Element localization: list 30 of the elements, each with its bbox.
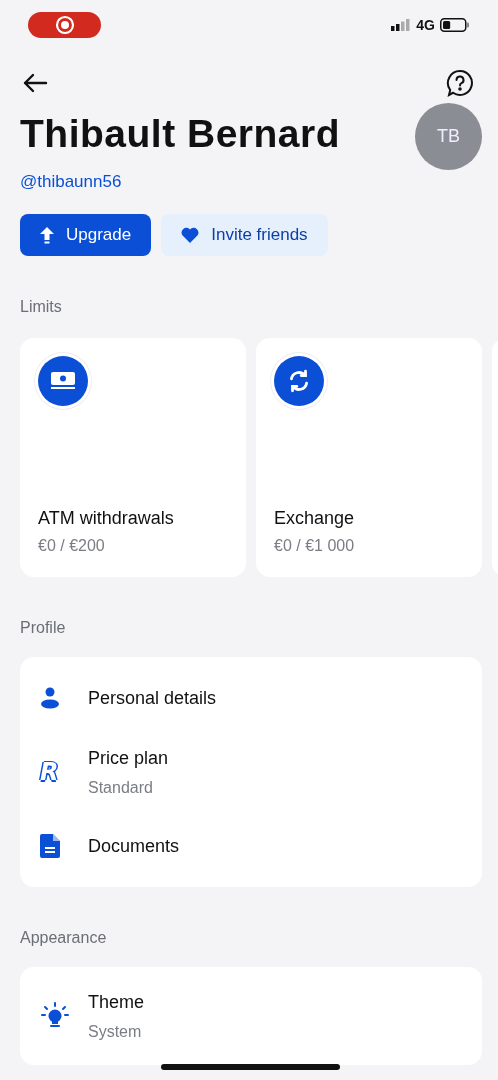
limit-title: Exchange <box>274 508 356 529</box>
limit-title: ATM withdrawals <box>38 508 175 529</box>
help-button[interactable] <box>446 69 474 97</box>
limit-value: €0 / €1 000 <box>274 537 356 555</box>
limit-card[interactable]: ATM withdrawals €0 / €200 <box>20 338 246 577</box>
document-icon <box>40 834 60 858</box>
profile-name: Thibault Bernard <box>20 112 341 156</box>
section-title: Profile <box>19 618 67 637</box>
heart-icon <box>181 227 200 243</box>
settings-value: System <box>88 1022 143 1041</box>
settings-item[interactable]: Price plan <box>88 747 169 769</box>
settings-item[interactable]: Documents <box>88 835 180 857</box>
username-link[interactable]: @thibaunn56 <box>20 172 341 192</box>
signal-icon <box>391 19 412 31</box>
person-icon <box>40 687 60 709</box>
section-title: Limits <box>19 297 63 316</box>
logo-icon: R <box>40 758 59 786</box>
battery-icon <box>440 18 470 32</box>
limit-value: €0 / €200 <box>38 537 106 555</box>
upgrade-button[interactable]: Upgrade <box>20 214 152 256</box>
banknote-icon <box>50 370 76 392</box>
upload-arrow-icon <box>40 226 54 244</box>
section-title: Appearance <box>19 928 108 947</box>
network-label: 4G <box>416 17 435 33</box>
settings-value: Standard <box>88 778 154 797</box>
settings-item[interactable]: Personal details <box>88 687 217 709</box>
invite-button[interactable]: Invite friends <box>161 214 328 256</box>
limit-card[interactable]: Exchange €0 / €1 000 <box>256 338 482 577</box>
settings-item[interactable]: Theme <box>88 991 145 1013</box>
back-button[interactable] <box>22 73 48 93</box>
